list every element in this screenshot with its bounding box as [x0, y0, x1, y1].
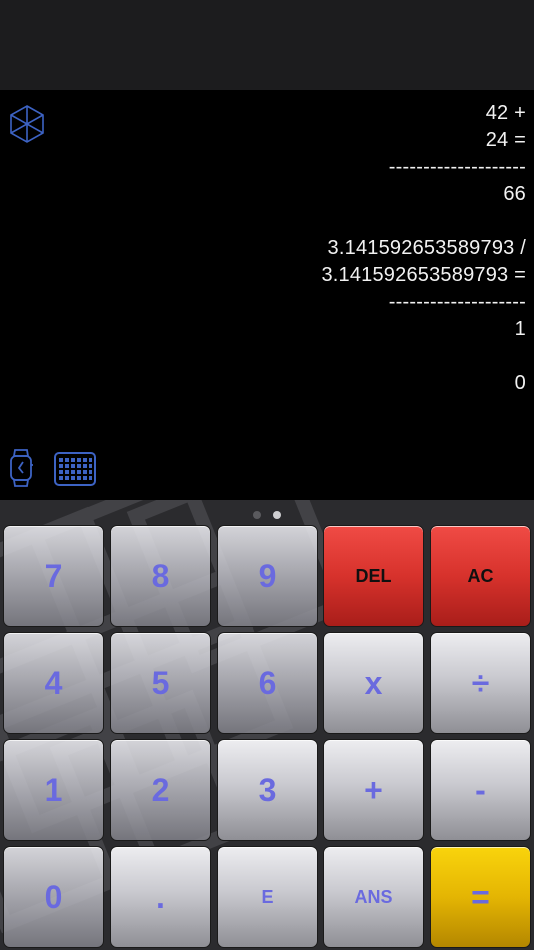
all-clear-button[interactable]: AC	[430, 525, 531, 627]
divide-button[interactable]: ÷	[430, 632, 531, 734]
tape-line	[86, 343, 526, 370]
calculator-display: 42 + 24 = -------------------- 66 3.1415…	[0, 90, 534, 500]
key-4[interactable]: 4	[3, 632, 104, 734]
decimal-button[interactable]: .	[110, 846, 211, 948]
cube-logo-icon[interactable]	[8, 104, 46, 144]
keyboard-grid-icon[interactable]	[54, 452, 96, 486]
key-0[interactable]: 0	[3, 846, 104, 948]
tape-result: 66	[503, 183, 526, 205]
calculation-tape: 42 + 24 = -------------------- 66 3.1415…	[86, 100, 526, 397]
tape-line: 3.141592653589793 /	[327, 237, 526, 259]
tape-line	[86, 208, 526, 235]
key-9[interactable]: 9	[217, 525, 318, 627]
page-dot[interactable]	[253, 511, 261, 519]
key-1[interactable]: 1	[3, 739, 104, 841]
tape-result: 1	[514, 318, 526, 340]
top-bar	[0, 0, 534, 90]
exponent-button[interactable]: E	[217, 846, 318, 948]
answer-button[interactable]: ANS	[323, 846, 424, 948]
tape-line: 3.141592653589793 =	[321, 264, 526, 286]
key-3[interactable]: 3	[217, 739, 318, 841]
apple-watch-icon[interactable]	[8, 448, 34, 488]
multiply-button[interactable]: x	[323, 632, 424, 734]
minus-button[interactable]: -	[430, 739, 531, 841]
tape-separator: --------------------	[388, 156, 526, 178]
page-dot-active[interactable]	[273, 511, 281, 519]
tape-separator: --------------------	[388, 291, 526, 313]
key-6[interactable]: 6	[217, 632, 318, 734]
key-7[interactable]: 7	[3, 525, 104, 627]
current-value: 0	[514, 372, 526, 394]
tape-line: 24 =	[485, 129, 526, 151]
tape-line: 42 +	[485, 102, 526, 124]
key-8[interactable]: 8	[110, 525, 211, 627]
plus-button[interactable]: +	[323, 739, 424, 841]
key-2[interactable]: 2	[110, 739, 211, 841]
equals-button[interactable]: =	[430, 846, 531, 948]
key-5[interactable]: 5	[110, 632, 211, 734]
page-indicator	[0, 506, 534, 519]
delete-button[interactable]: DEL	[323, 525, 424, 627]
